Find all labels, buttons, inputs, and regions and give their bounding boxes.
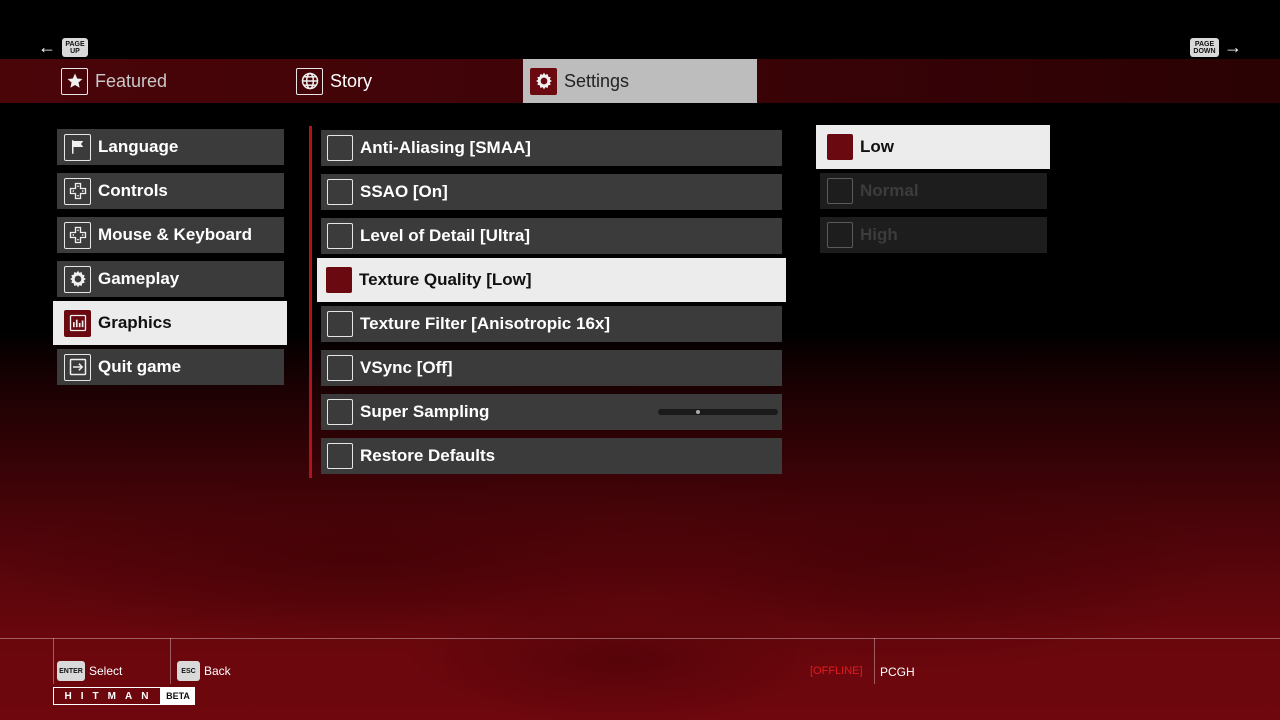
menu-item-graphics[interactable]: Graphics [53, 301, 287, 345]
option-checkbox [327, 355, 353, 381]
option-label: Texture Filter [Anisotropic 16x] [360, 314, 611, 333]
option-checkbox [327, 179, 353, 205]
option-label: VSync [Off] [360, 358, 453, 377]
hitman-beta-logo: HITMAN BETA [53, 687, 195, 705]
menu-item-mouse-keyboard[interactable]: Mouse & Keyboard [57, 217, 284, 253]
graphics-icon [64, 309, 91, 337]
esc-key: ESC [177, 661, 200, 681]
choice-label: Normal [860, 181, 919, 200]
flag-icon [64, 133, 91, 161]
choice-high[interactable]: High [820, 217, 1047, 253]
option-checkbox [327, 223, 353, 249]
menu-item-graphics-label: Graphics [98, 313, 172, 332]
page-up-key[interactable]: PAGE UP [62, 38, 88, 57]
option-checkbox [327, 399, 353, 425]
scroll-indicator[interactable] [309, 126, 312, 478]
user-name: PCGH [880, 665, 915, 679]
footer-divider [0, 638, 1280, 639]
option-super-sampling[interactable]: Super Sampling [321, 394, 782, 430]
menu-item-quit-game-label: Quit game [98, 357, 182, 376]
enter-key: ENTER [57, 661, 85, 681]
logo-badge: BETA [161, 687, 195, 705]
tab-settings[interactable]: Settings [523, 59, 757, 103]
gear-icon [530, 67, 557, 95]
option-ssao[interactable]: SSAO [On] [321, 174, 782, 210]
star-icon [61, 67, 88, 95]
choice-label: Low [860, 137, 894, 156]
gear-icon [64, 265, 91, 293]
option-restore-defaults[interactable]: Restore Defaults [321, 438, 782, 474]
arrow-right-icon[interactable]: → [1224, 38, 1242, 56]
menu-item-language[interactable]: Language [57, 129, 284, 165]
option-label: Anti-Aliasing [SMAA] [360, 138, 531, 157]
choice-checkbox [827, 178, 853, 204]
option-checkbox [327, 311, 353, 337]
option-checkbox [327, 443, 353, 469]
tab-settings-label: Settings [564, 70, 630, 91]
option-anti-aliasing[interactable]: Anti-Aliasing [SMAA] [321, 130, 782, 166]
menu-item-mouse-keyboard-label: Mouse & Keyboard [98, 225, 252, 244]
footer-separator [874, 638, 875, 684]
select-hint[interactable]: ENTER Select [57, 661, 122, 681]
back-label: Back [204, 664, 231, 678]
slider-handle[interactable] [696, 410, 700, 414]
option-texture-filter[interactable]: Texture Filter [Anisotropic 16x] [321, 306, 782, 342]
menu-item-controls[interactable]: Controls [57, 173, 284, 209]
dpad-icon [64, 221, 91, 249]
menu-item-language-label: Language [98, 137, 179, 156]
menu-item-gameplay-label: Gameplay [98, 269, 180, 288]
page-down-key[interactable]: PAGE DOWN [1190, 38, 1219, 57]
option-checkbox [326, 267, 352, 293]
option-label: Super Sampling [360, 402, 490, 421]
tab-featured-label: Featured [95, 70, 168, 91]
option-level-of-detail[interactable]: Level of Detail [Ultra] [321, 218, 782, 254]
option-label: SSAO [On] [360, 182, 448, 201]
footer-separator [53, 638, 54, 684]
choice-low[interactable]: Low [816, 125, 1050, 169]
tab-featured[interactable]: Featured [61, 59, 291, 103]
connection-status: [OFFLINE] [810, 665, 863, 677]
option-checkbox [327, 135, 353, 161]
tab-story[interactable]: Story [296, 59, 521, 103]
logo-text: HITMAN [53, 687, 161, 705]
menu-item-quit-game[interactable]: Quit game [57, 349, 284, 385]
tab-story-label: Story [330, 70, 373, 91]
option-label: Texture Quality [Low] [359, 270, 532, 289]
exit-icon [64, 353, 91, 381]
back-hint[interactable]: ESC Back [177, 661, 231, 681]
select-label: Select [89, 664, 123, 678]
choice-label: High [860, 225, 898, 244]
choice-checkbox [827, 134, 853, 160]
menu-item-gameplay[interactable]: Gameplay [57, 261, 284, 297]
dpad-icon [64, 177, 91, 205]
footer-separator [170, 638, 171, 684]
option-label: Level of Detail [Ultra] [360, 226, 531, 245]
option-texture-quality[interactable]: Texture Quality [Low] [317, 258, 786, 302]
option-label: Restore Defaults [360, 446, 496, 465]
arrow-left-icon[interactable]: ← [38, 38, 56, 56]
choice-checkbox [827, 222, 853, 248]
option-vsync[interactable]: VSync [Off] [321, 350, 782, 386]
globe-icon [296, 67, 323, 95]
choice-normal[interactable]: Normal [820, 173, 1047, 209]
menu-item-controls-label: Controls [98, 181, 168, 200]
super-sampling-slider[interactable] [658, 409, 778, 415]
